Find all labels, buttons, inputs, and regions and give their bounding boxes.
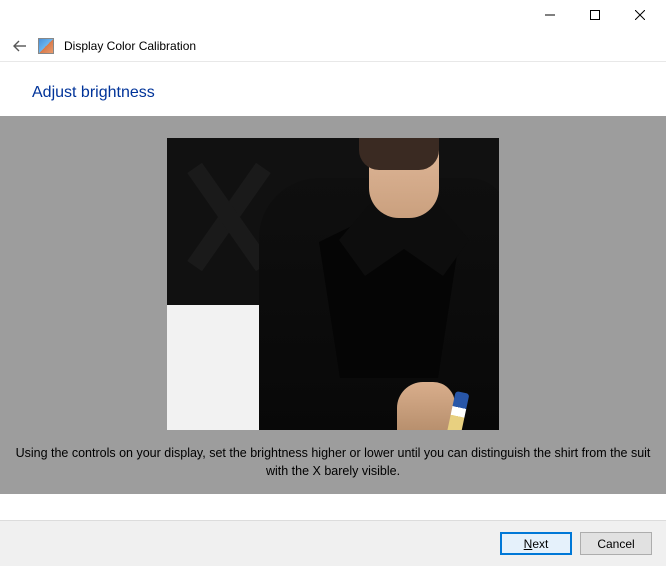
cancel-button[interactable]: Cancel bbox=[580, 532, 652, 555]
next-button[interactable]: Next bbox=[500, 532, 572, 555]
app-icon bbox=[38, 38, 54, 54]
close-button[interactable] bbox=[617, 1, 662, 29]
page-heading-area: Adjust brightness bbox=[0, 62, 666, 116]
page-heading: Adjust brightness bbox=[32, 84, 666, 102]
back-button[interactable] bbox=[12, 38, 28, 54]
title-bar bbox=[0, 0, 666, 30]
content-area: Using the controls on your display, set … bbox=[0, 116, 666, 494]
minimize-icon bbox=[545, 10, 555, 20]
footer-bar: Next Cancel bbox=[0, 520, 666, 566]
minimize-button[interactable] bbox=[527, 1, 572, 29]
brightness-reference-image bbox=[167, 138, 499, 430]
maximize-icon bbox=[590, 10, 600, 20]
back-arrow-icon bbox=[12, 38, 28, 54]
header-bar: Display Color Calibration bbox=[0, 30, 666, 62]
instruction-text: Using the controls on your display, set … bbox=[0, 430, 666, 480]
close-icon bbox=[635, 10, 645, 20]
window-title: Display Color Calibration bbox=[64, 39, 196, 53]
maximize-button[interactable] bbox=[572, 1, 617, 29]
